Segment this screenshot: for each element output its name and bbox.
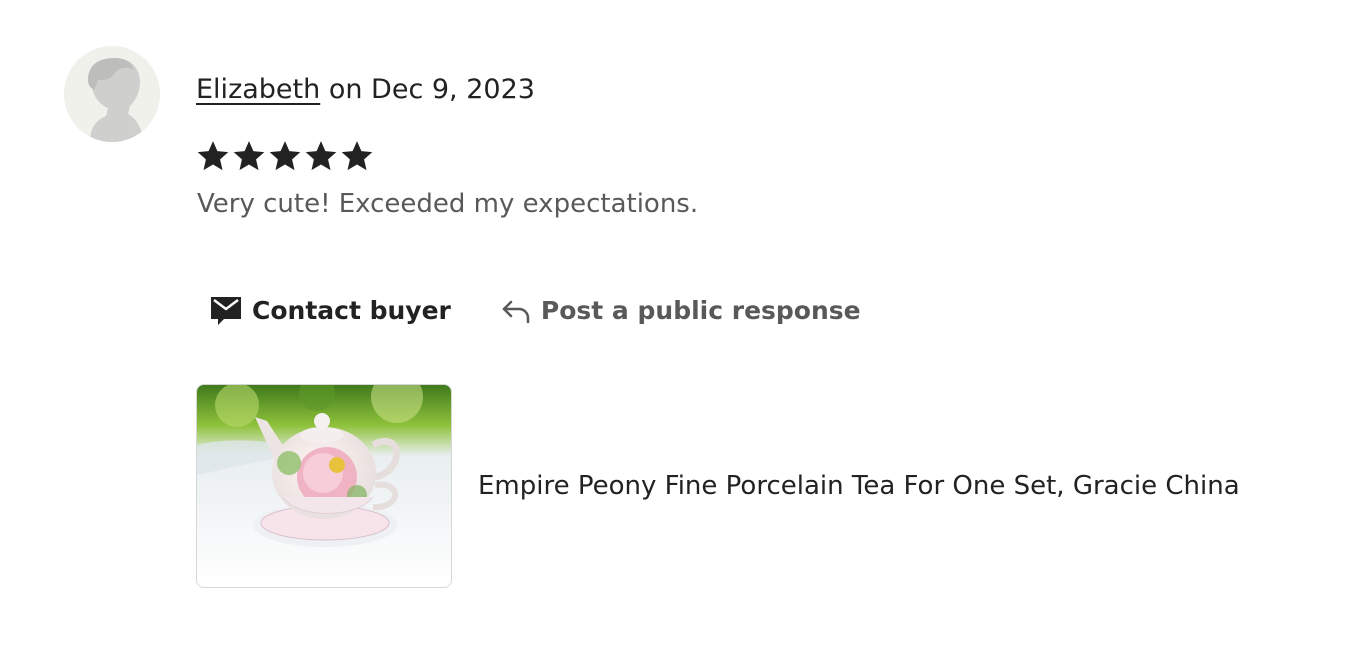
star-icon — [197, 141, 229, 171]
reviewer-name-link[interactable]: Elizabeth — [196, 74, 320, 105]
post-public-response-label: Post a public response — [540, 296, 861, 325]
contact-buyer-button[interactable]: Contact buyer — [210, 292, 451, 330]
star-icon — [233, 141, 265, 171]
star-icon — [341, 141, 373, 171]
star-rating — [196, 139, 374, 173]
person-silhouette-icon — [64, 46, 160, 142]
review-card: Elizabeth on Dec 9, 2023 Very cute! Exce… — [0, 0, 1354, 658]
review-byline: Elizabeth on Dec 9, 2023 — [196, 72, 535, 108]
teapot-photo — [197, 385, 451, 587]
review-actions: Contact buyer Post a public response — [210, 292, 861, 330]
review-text: Very cute! Exceeded my expectations. — [197, 189, 699, 219]
review-date: on Dec 9, 2023 — [328, 74, 535, 105]
reply-arrow-icon — [501, 298, 531, 324]
reviewer-avatar[interactable] — [64, 46, 160, 142]
product-thumbnail[interactable] — [196, 384, 452, 588]
envelope-message-icon — [210, 296, 242, 326]
product-title-link[interactable]: Empire Peony Fine Porcelain Tea For One … — [478, 468, 1240, 504]
reviewed-product: Empire Peony Fine Porcelain Tea For One … — [196, 384, 1240, 588]
star-icon — [269, 141, 301, 171]
post-public-response-button[interactable]: Post a public response — [501, 292, 861, 330]
contact-buyer-label: Contact buyer — [252, 296, 451, 325]
star-icon — [305, 141, 337, 171]
